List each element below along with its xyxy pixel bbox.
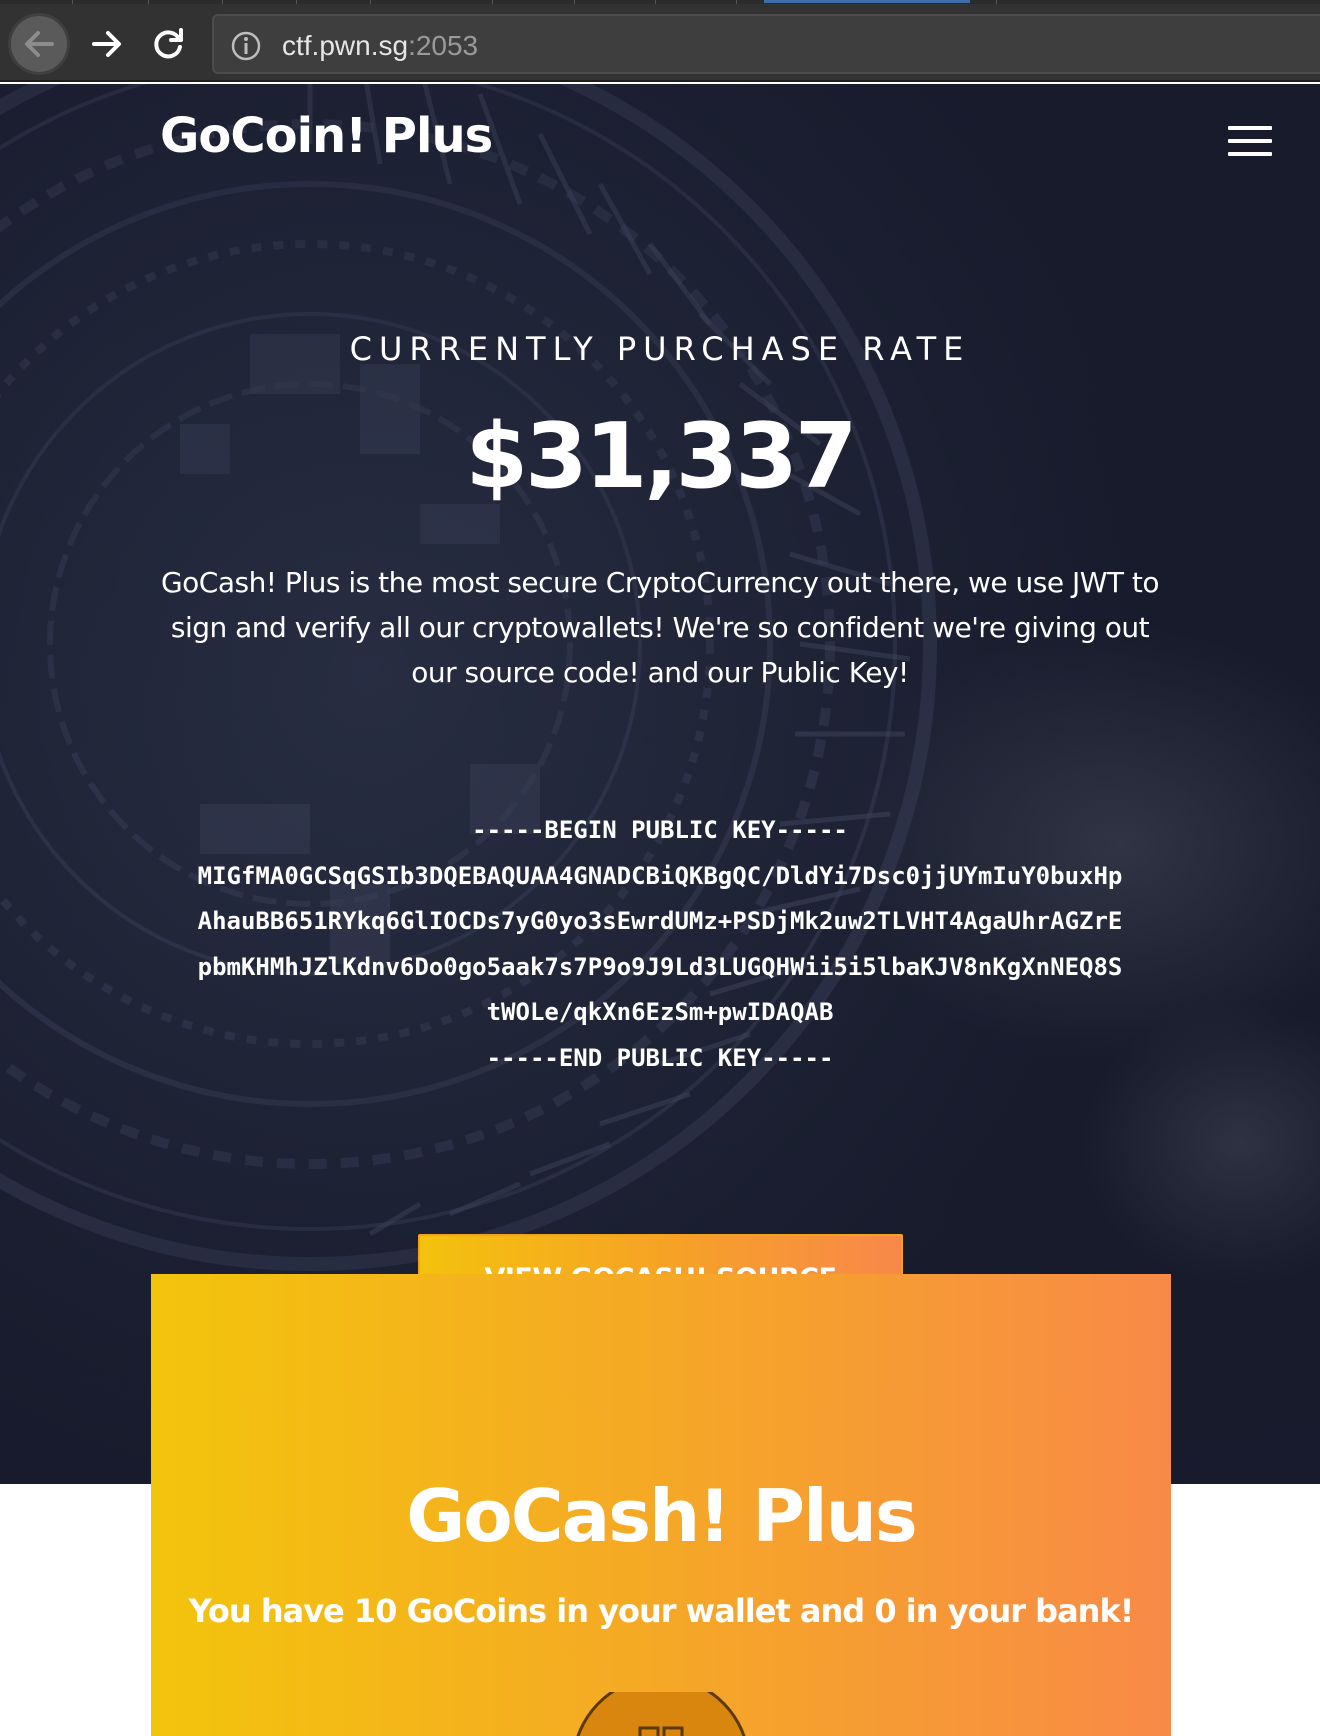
public-key-block: -----BEGIN PUBLIC KEY----- MIGfMA0GCSqGS…: [0, 808, 1320, 1081]
public-key-line: AhauBB651RYkq6GlIOCDs7yG0yo3sEwrdUMz+PSD…: [197, 907, 1123, 935]
active-tab-indicator[interactable]: [764, 0, 970, 3]
intro-text: GoCash! Plus is the most secure CryptoCu…: [160, 566, 1160, 689]
url-text[interactable]: ctf.pwn.sg:2053: [282, 30, 478, 62]
wallet-title: GoCash! Plus: [406, 1474, 918, 1558]
public-key-line: tWOLe/qkXn6EzSm+pwIDAQAB: [486, 998, 834, 1026]
coin-icon: [576, 1692, 746, 1736]
wallet-card: GoCash! Plus You have 10 GoCoins in your…: [151, 1274, 1171, 1736]
url-port: :2053: [408, 30, 479, 61]
url-host: ctf.pwn.sg: [282, 30, 409, 61]
info-icon[interactable]: [230, 30, 262, 62]
menu-icon[interactable]: [1228, 126, 1272, 156]
browser-toolbar: ctf.pwn.sg:2053: [0, 4, 1320, 82]
public-key-line: -----BEGIN PUBLIC KEY-----: [472, 816, 848, 844]
reload-icon: [154, 28, 183, 59]
purchase-rate-value: $31,337: [465, 404, 858, 509]
forward-arrow-icon: [92, 31, 121, 57]
public-key-line: MIGfMA0GCSqGSIb3DQEBAQUAA4GNADCBiQKBgQC/…: [197, 861, 1123, 890]
back-button[interactable]: [8, 13, 70, 75]
public-key-line: pbmKHMhJZlKdnv6Do0go5aak7s7P9o9J9Ld3LUGQ…: [197, 952, 1123, 981]
forward-button[interactable]: [76, 13, 138, 75]
wallet-balance-text: You have 10 GoCoins in your wallet and 0…: [188, 1592, 1135, 1630]
reload-button[interactable]: [138, 13, 200, 75]
back-arrow-icon: [25, 31, 54, 57]
address-bar[interactable]: ctf.pwn.sg:2053: [212, 14, 1320, 74]
purchase-rate-label: CURRENTLY PURCHASE RATE: [349, 330, 971, 368]
site-logo[interactable]: GoCoin! Plus: [160, 108, 493, 164]
public-key-line: -----END PUBLIC KEY-----: [486, 1043, 834, 1072]
